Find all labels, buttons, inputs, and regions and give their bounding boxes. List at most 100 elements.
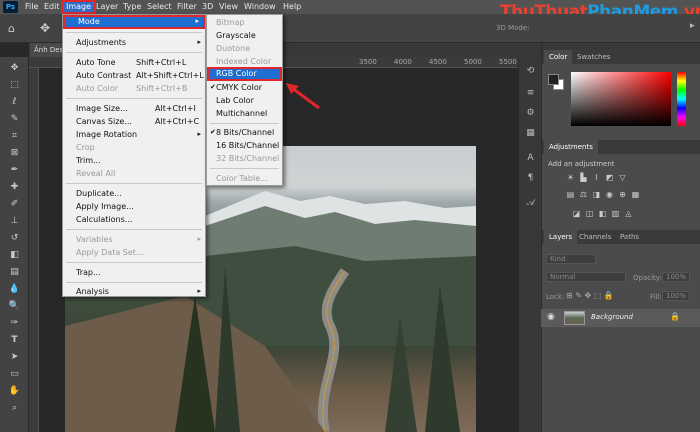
mode-item-lab-color[interactable]: Lab Color (207, 94, 282, 107)
opacity-field[interactable]: 100% (662, 272, 690, 282)
menu-3d[interactable]: 3D (199, 0, 216, 14)
mode-item-grayscale[interactable]: Grayscale (207, 29, 282, 42)
mode-item-cmyk-color[interactable]: ✔ CMYK Color (207, 81, 282, 94)
channel-mixer-icon[interactable]: ⊕ (617, 190, 628, 200)
path-select-tool-icon[interactable]: ➤ (7, 351, 22, 364)
menu-filter[interactable]: Filter (174, 0, 200, 14)
menu-item-trap[interactable]: Trap... (63, 266, 205, 279)
color-balance-icon[interactable]: ⚖ (578, 190, 589, 200)
mode-item-bitmap[interactable]: Bitmap (207, 16, 282, 29)
menu-item-crop[interactable]: Crop (63, 141, 205, 154)
mode-item-16-bits[interactable]: 16 Bits/Channel (207, 139, 282, 152)
gradient-tool-icon[interactable]: ▤ (7, 266, 22, 279)
glyphs-icon[interactable]: 𝒜 (524, 197, 537, 210)
move-tool-icon[interactable]: ✥ (7, 62, 22, 75)
hue-saturation-icon[interactable]: ▤ (565, 190, 576, 200)
visibility-eye-icon[interactable]: ◉ (547, 312, 555, 322)
history-icon[interactable]: ⟲ (524, 65, 537, 78)
curves-icon[interactable]: ⌇ (591, 173, 602, 183)
move-tool-icon[interactable]: ✥ (40, 21, 50, 35)
menu-item-image-rotation[interactable]: Image Rotation ▸ (63, 128, 205, 141)
tab-layers[interactable]: Layers (544, 230, 578, 244)
menu-item-variables[interactable]: Variables ▸ (63, 233, 205, 246)
rectangle-tool-icon[interactable]: ▭ (7, 368, 22, 381)
eyedropper-tool-icon[interactable]: ✒ (7, 164, 22, 177)
hand-tool-icon[interactable]: ✋ (7, 385, 22, 398)
eraser-tool-icon[interactable]: ◧ (7, 249, 22, 262)
menu-item-auto-tone[interactable]: Auto Tone Shift+Ctrl+L (63, 56, 205, 69)
color-picker-field[interactable] (571, 72, 671, 126)
brush-settings-icon[interactable]: ≡ (524, 87, 537, 100)
menu-item-canvas-size[interactable]: Canvas Size... Alt+Ctrl+C (63, 115, 205, 128)
menu-item-trim[interactable]: Trim... (63, 154, 205, 167)
menu-edit[interactable]: Edit (41, 0, 63, 14)
photoshop-logo-icon[interactable]: Ps (3, 1, 18, 13)
menu-item-auto-color[interactable]: Auto Color Shift+Ctrl+B (63, 82, 205, 95)
menu-file[interactable]: File (22, 0, 41, 14)
menu-item-duplicate[interactable]: Duplicate... (63, 187, 205, 200)
mode-item-color-table[interactable]: Color Table... (207, 172, 282, 185)
mode-item-rgb-color[interactable]: RGB Color (207, 67, 282, 81)
color-lookup-icon[interactable]: ▦ (630, 190, 641, 200)
dodge-tool-icon[interactable]: 🔍 (7, 300, 22, 313)
lasso-tool-icon[interactable]: ℓ (7, 96, 22, 109)
sliders-icon[interactable]: ⚙ (524, 107, 537, 120)
healing-brush-tool-icon[interactable]: ✚ (7, 181, 22, 194)
brush-tool-icon[interactable]: ✐ (7, 198, 22, 211)
black-white-icon[interactable]: ◨ (591, 190, 602, 200)
blend-mode-select[interactable]: Normal (546, 272, 626, 282)
tab-adjustments[interactable]: Adjustments (544, 140, 598, 154)
menu-view[interactable]: View (216, 0, 241, 14)
menu-type[interactable]: Type (120, 0, 144, 14)
menu-item-image-size[interactable]: Image Size... Alt+Ctrl+I (63, 102, 205, 115)
foreground-color-swatch-top[interactable] (548, 74, 559, 85)
mode-item-duotone[interactable]: Duotone (207, 42, 282, 55)
mode-item-8-bits[interactable]: ✔ 8 Bits/Channel (207, 126, 282, 139)
menu-help[interactable]: Help (280, 0, 304, 14)
brightness-icon[interactable]: ☀ (565, 173, 576, 183)
hue-slider[interactable] (677, 72, 686, 126)
tab-color[interactable]: Color (544, 50, 573, 64)
quick-select-tool-icon[interactable]: ✎ (7, 113, 22, 126)
character-icon[interactable]: A (524, 152, 537, 165)
marquee-tool-icon[interactable]: ⬚ (7, 79, 22, 92)
history-brush-tool-icon[interactable]: ↺ (7, 232, 22, 245)
menu-layer[interactable]: Layer (93, 0, 121, 14)
menu-item-analysis[interactable]: Analysis ▸ (63, 285, 205, 298)
mode-item-32-bits[interactable]: 32 Bits/Channel (207, 152, 282, 165)
kind-filter-select[interactable]: Kind (546, 254, 596, 264)
tab-swatches[interactable]: Swatches (572, 50, 615, 64)
menu-item-auto-contrast[interactable]: Auto Contrast Alt+Shift+Ctrl+L (63, 69, 205, 82)
invert-icon[interactable]: ◪ (571, 209, 582, 219)
menu-item-mode[interactable]: Mode ▸ (63, 15, 205, 29)
menu-select[interactable]: Select (144, 0, 175, 14)
pen-tool-icon[interactable]: ✑ (7, 317, 22, 330)
frame-tool-icon[interactable]: ⊠ (7, 147, 22, 160)
menu-item-apply-image[interactable]: Apply Image... (63, 200, 205, 213)
menu-item-adjustments[interactable]: Adjustments ▸ (63, 36, 205, 49)
levels-icon[interactable]: ▙ (578, 173, 589, 183)
paragraph-icon[interactable]: ¶ (524, 172, 537, 185)
type-tool-icon[interactable]: T (7, 334, 22, 347)
crop-tool-icon[interactable]: ⌗ (7, 130, 22, 143)
posterize-icon[interactable]: ◫ (584, 209, 595, 219)
menu-window[interactable]: Window (241, 0, 279, 14)
menu-item-calculations[interactable]: Calculations... (63, 213, 205, 226)
selective-color-icon[interactable]: ◬ (623, 209, 634, 219)
menu-item-apply-data-set[interactable]: Apply Data Set... (63, 246, 205, 259)
menu-image[interactable]: Image (61, 0, 97, 14)
tab-channels[interactable]: Channels (574, 230, 616, 244)
fill-field[interactable]: 100% (662, 291, 690, 301)
threshold-icon[interactable]: ◧ (597, 209, 608, 219)
lock-pixels-icon[interactable]: ⊞ ✎ ✥ ⬚ 🔒 (566, 291, 614, 300)
clone-stamp-tool-icon[interactable]: ⊥ (7, 215, 22, 228)
blur-tool-icon[interactable]: 💧 (7, 283, 22, 296)
menu-item-reveal-all[interactable]: Reveal All (63, 167, 205, 180)
exposure-icon[interactable]: ◩ (604, 173, 615, 183)
mode-item-multichannel[interactable]: Multichannel (207, 107, 282, 120)
layer-lock-icon[interactable]: 🔒 (670, 312, 680, 321)
gradient-map-icon[interactable]: ▥ (610, 209, 621, 219)
vibrance-icon[interactable]: ▽ (617, 173, 628, 183)
tab-paths[interactable]: Paths (615, 230, 644, 244)
photo-filter-icon[interactable]: ◉ (604, 190, 615, 200)
